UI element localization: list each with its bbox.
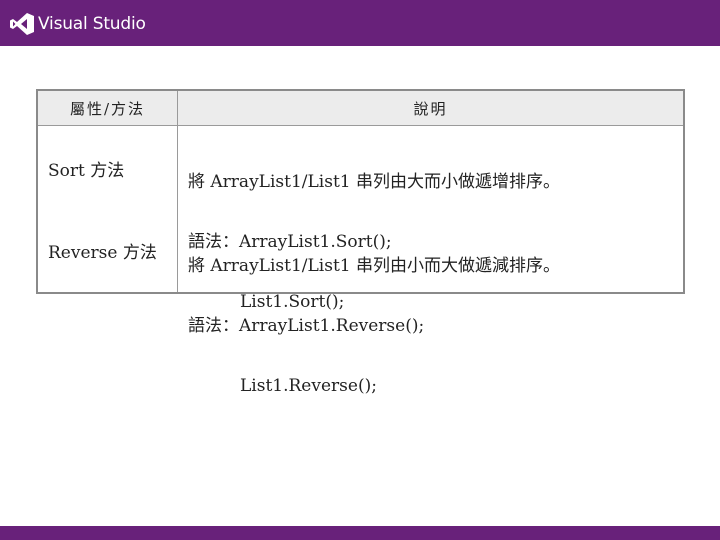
method-cell: Sort 方法 Reverse 方法 bbox=[36, 125, 178, 294]
title-bar: Visual Studio bbox=[0, 0, 720, 46]
description-cell: 將 ArrayList1/List1 串列由大而小做遞增排序。 語法：Array… bbox=[177, 125, 685, 396]
method-sort: Sort 方法 bbox=[48, 161, 125, 181]
methods-table: 屬性/方法 說明 Sort 方法 Reverse 方法 將 ArrayList1… bbox=[36, 89, 685, 396]
footer-bar bbox=[0, 526, 720, 540]
reverse-summary: 將 ArrayList1/List1 串列由小而大做遞減排序。 bbox=[188, 256, 560, 276]
reverse-syntax: 語法：ArrayList1.Reverse(); bbox=[188, 316, 425, 336]
column-header-property: 屬性/方法 bbox=[36, 89, 178, 126]
visual-studio-logo-icon bbox=[10, 13, 34, 35]
reverse-syntax-list: List1.Reverse(); bbox=[240, 376, 377, 396]
table-header-row: 屬性/方法 說明 bbox=[36, 89, 685, 126]
reverse-description: 將 ArrayList1/List1 串列由小而大做遞減排序。 語法：Array… bbox=[188, 216, 560, 436]
table-row: Sort 方法 Reverse 方法 將 ArrayList1/List1 串列… bbox=[36, 125, 685, 396]
brand-logo: Visual Studio bbox=[10, 12, 146, 36]
column-header-description: 說明 bbox=[177, 89, 685, 126]
method-reverse: Reverse 方法 bbox=[48, 243, 157, 263]
sort-summary: 將 ArrayList1/List1 串列由大而小做遞增排序。 bbox=[188, 172, 560, 192]
brand-name: Visual Studio bbox=[38, 14, 146, 34]
